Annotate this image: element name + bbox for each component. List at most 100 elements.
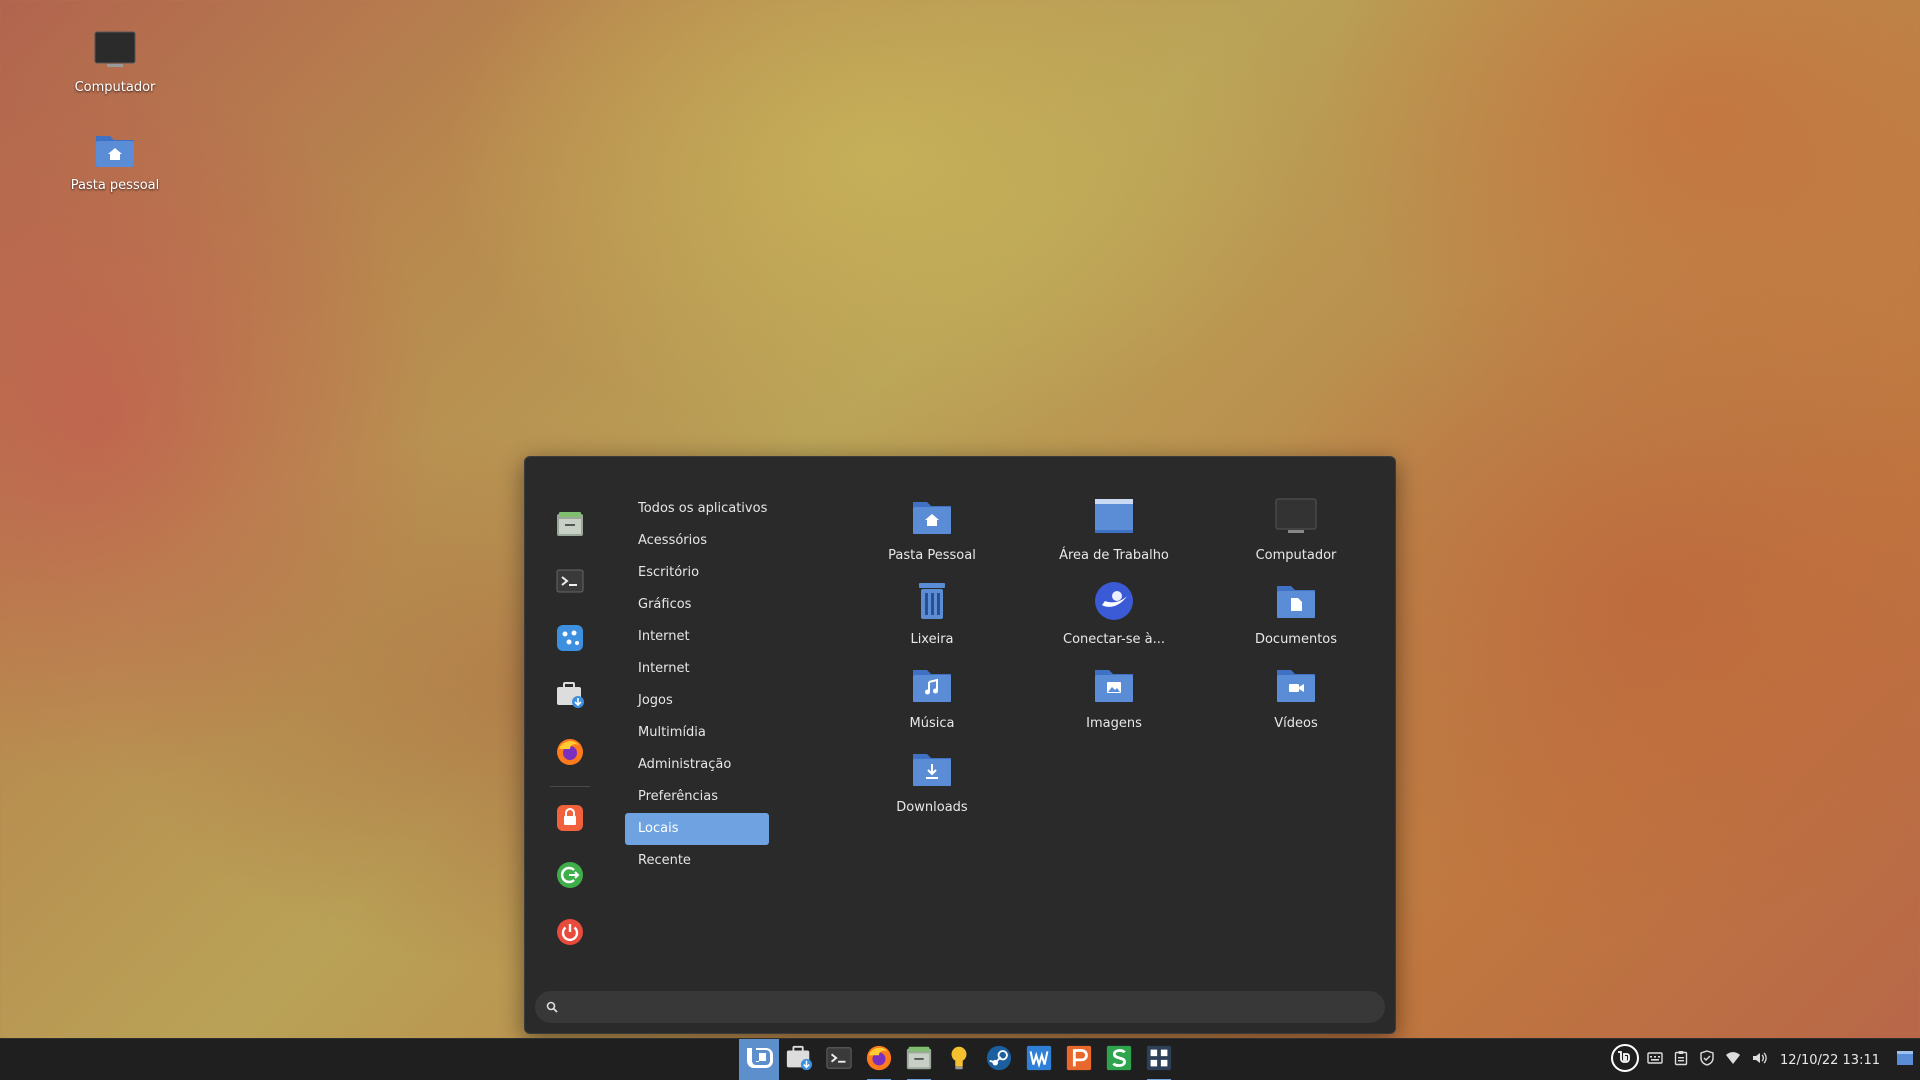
tray-wifi[interactable] — [1720, 1039, 1746, 1080]
taskbar-file-manager[interactable] — [899, 1039, 939, 1080]
place-label: Vídeos — [1274, 716, 1318, 731]
show-desktop-button[interactable] — [1890, 1039, 1920, 1080]
place-pictures[interactable]: Imagens — [1023, 665, 1205, 749]
place-label: Documentos — [1254, 632, 1338, 647]
place-desktop[interactable]: Área de Trabalho — [1023, 497, 1205, 581]
category-multimedia[interactable]: Multimídia — [625, 717, 769, 749]
favorite-software-manager[interactable] — [542, 611, 598, 668]
favorite-terminal[interactable] — [542, 554, 598, 611]
category-graphics[interactable]: Gráficos — [625, 589, 769, 621]
mint-menu-icon — [744, 1043, 774, 1077]
category-accessories[interactable]: Acessórios — [625, 525, 769, 557]
category-office[interactable]: Escritório — [625, 557, 769, 589]
terminal-icon — [555, 566, 585, 600]
home-folder-icon — [93, 130, 137, 174]
favorite-firefox[interactable] — [542, 725, 598, 782]
writer-icon — [1025, 1044, 1053, 1076]
category-preferences[interactable]: Preferências — [625, 781, 769, 813]
tray-mint-logo[interactable] — [1608, 1039, 1642, 1080]
category-all-apps[interactable]: Todos os aplicativos — [625, 493, 769, 525]
volume-icon — [1751, 1050, 1767, 1070]
place-home[interactable]: Pasta Pessoal — [841, 497, 1023, 581]
lock-screen-icon — [555, 803, 585, 837]
taskbar-launchers — [739, 1039, 1179, 1080]
place-label: Área de Trabalho — [1059, 548, 1169, 563]
place-label: Música — [909, 716, 955, 731]
clock[interactable]: 12/10/22 13:11 — [1772, 1053, 1890, 1068]
search-bar[interactable] — [535, 991, 1385, 1023]
place-trash[interactable]: Lixeira — [841, 581, 1023, 665]
category-recent[interactable]: Recente — [625, 845, 769, 877]
trash-icon — [911, 581, 953, 625]
desktop-icon-home[interactable]: Pasta pessoal — [60, 130, 170, 193]
taskbar-presentation[interactable] — [1059, 1039, 1099, 1080]
spreadsheet-icon — [1105, 1044, 1133, 1076]
place-label: Downloads — [896, 800, 968, 815]
category-internet-2[interactable]: Internet — [625, 653, 769, 685]
logout-icon — [555, 860, 585, 894]
favorite-file-manager[interactable] — [542, 497, 598, 554]
bottom-panel: 12/10/22 13:11 — [0, 1038, 1920, 1080]
keyboard-icon — [1647, 1050, 1663, 1070]
session-lock-screen[interactable] — [542, 791, 598, 848]
shield-icon — [1699, 1050, 1715, 1070]
lightbulb-icon — [947, 1044, 971, 1076]
place-connect-server[interactable]: Conectar-se à... — [1023, 581, 1205, 665]
network-icon — [1093, 581, 1135, 625]
tray-keyboard[interactable] — [1642, 1039, 1668, 1080]
taskbar-firefox[interactable] — [859, 1039, 899, 1080]
mint-menu-button[interactable] — [739, 1039, 779, 1080]
category-games[interactable]: Jogos — [625, 685, 769, 717]
steam-icon — [985, 1044, 1013, 1076]
places-grid: Pasta Pessoal Área de Trabalho Computado… — [841, 497, 1387, 833]
show-desktop-icon — [1896, 1049, 1914, 1071]
desktop-folder-icon — [1093, 497, 1135, 541]
application-menu: Todos os aplicativos Acessórios Escritór… — [524, 456, 1396, 1034]
place-label: Pasta Pessoal — [888, 548, 976, 563]
taskbar-lightbulb[interactable] — [939, 1039, 979, 1080]
place-label: Imagens — [1086, 716, 1142, 731]
place-music[interactable]: Música — [841, 665, 1023, 749]
system-tray: 12/10/22 13:11 — [1608, 1039, 1920, 1080]
documents-folder-icon — [1275, 581, 1317, 625]
place-videos[interactable]: Vídeos — [1205, 665, 1387, 749]
desktop-icon-computer[interactable]: Computador — [60, 30, 170, 95]
power-icon — [555, 917, 585, 951]
taskbar-apps-grid[interactable] — [1139, 1039, 1179, 1080]
place-documents[interactable]: Documentos — [1205, 581, 1387, 665]
favorite-update-manager[interactable] — [542, 668, 598, 725]
category-list: Todos os aplicativos Acessórios Escritór… — [625, 493, 769, 877]
place-downloads[interactable]: Downloads — [841, 749, 1023, 833]
category-internet[interactable]: Internet — [625, 621, 769, 653]
category-places[interactable]: Locais — [625, 813, 769, 845]
taskbar-spreadsheet[interactable] — [1099, 1039, 1139, 1080]
session-power[interactable] — [542, 905, 598, 962]
session-logout[interactable] — [542, 848, 598, 905]
update-manager-icon — [785, 1044, 813, 1076]
downloads-folder-icon — [911, 749, 953, 793]
place-computer[interactable]: Computador — [1205, 497, 1387, 581]
taskbar-update-manager[interactable] — [779, 1039, 819, 1080]
taskbar-steam[interactable] — [979, 1039, 1019, 1080]
favorites-column — [542, 497, 598, 962]
wifi-icon — [1725, 1050, 1741, 1070]
tray-volume[interactable] — [1746, 1039, 1772, 1080]
desktop-icon-label: Computador — [74, 80, 156, 95]
videos-folder-icon — [1275, 665, 1317, 709]
music-folder-icon — [911, 665, 953, 709]
taskbar-writer[interactable] — [1019, 1039, 1059, 1080]
presentation-icon — [1065, 1044, 1093, 1076]
tray-clipboard[interactable] — [1668, 1039, 1694, 1080]
taskbar-terminal[interactable] — [819, 1039, 859, 1080]
desktop-icon-label: Pasta pessoal — [70, 178, 160, 193]
software-manager-icon — [555, 623, 585, 657]
tray-shield[interactable] — [1694, 1039, 1720, 1080]
firefox-icon — [865, 1044, 893, 1076]
place-label: Computador — [1255, 548, 1337, 563]
terminal-icon — [825, 1044, 853, 1076]
monitor-icon — [93, 30, 137, 76]
category-administration[interactable]: Administração — [625, 749, 769, 781]
search-icon — [546, 998, 558, 1017]
search-input[interactable] — [566, 999, 1346, 1015]
firefox-icon — [555, 737, 585, 771]
